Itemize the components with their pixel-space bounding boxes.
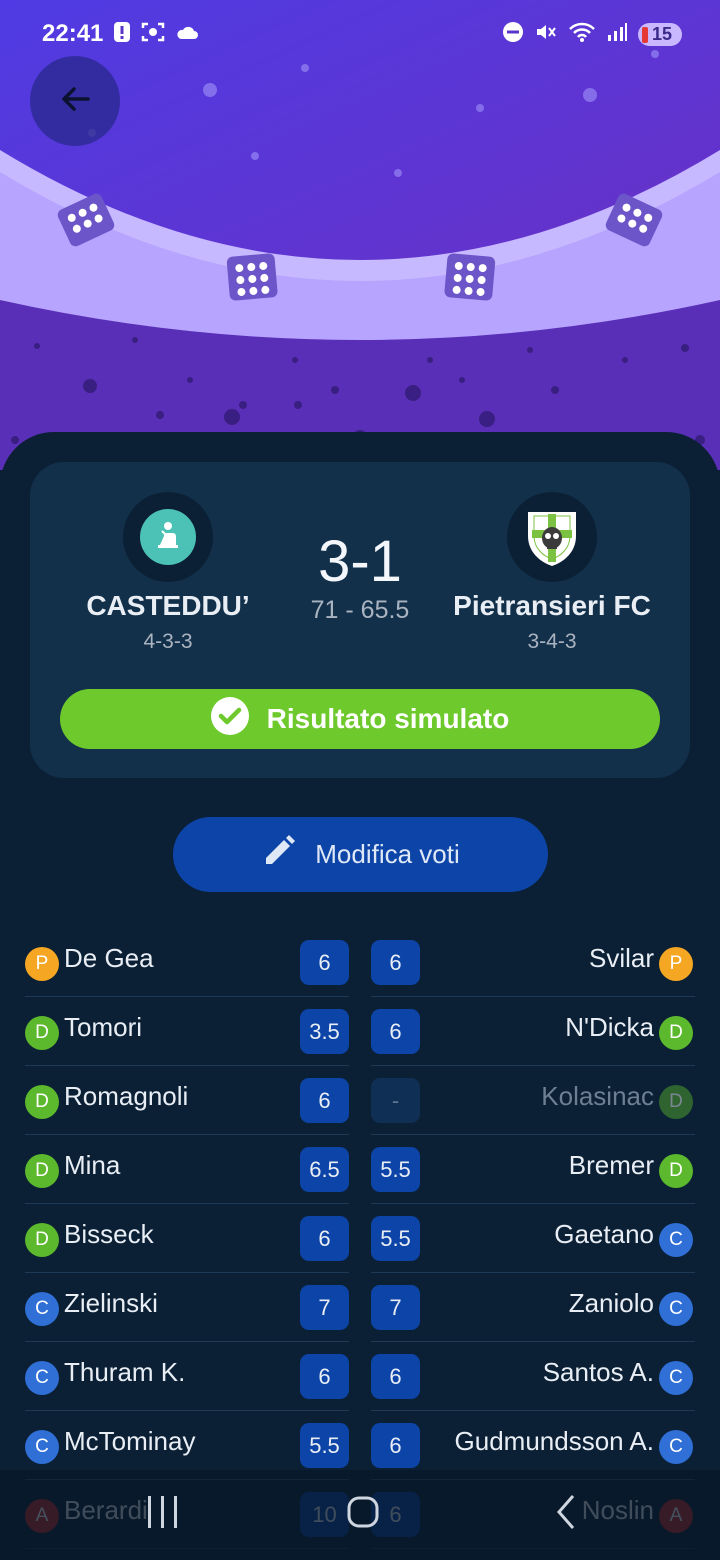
signal-icon xyxy=(606,21,628,47)
away-player-vote[interactable]: 6 xyxy=(371,1423,420,1468)
away-team[interactable]: Pietransieri FC 3-4-3 xyxy=(422,492,682,654)
away-player-role-badge: D xyxy=(659,1154,693,1188)
away-player-vote[interactable]: - xyxy=(371,1078,420,1123)
lineup-row: C Zielinski 7 7 Zaniolo C xyxy=(0,1273,720,1342)
away-player-role-badge: D xyxy=(659,1016,693,1050)
edit-votes-label: Modifica voti xyxy=(315,839,460,869)
away-player-name[interactable]: Zaniolo xyxy=(569,1288,654,1319)
away-team-name: Pietransieri FC xyxy=(453,590,651,621)
home-player-name[interactable]: Romagnoli xyxy=(64,1081,188,1112)
lineup-row: D Mina 6.5 5.5 Bremer D xyxy=(0,1135,720,1204)
away-player-role-badge: C xyxy=(659,1292,693,1326)
match-card: CASTEDDU’ 4-3-3 3-1 71 - 65.5 Pietransie… xyxy=(30,462,690,778)
lineup-row: D Romagnoli 6- Kolasinac D xyxy=(0,1066,720,1135)
home-player-name[interactable]: Zielinski xyxy=(64,1288,158,1319)
home-player-role-badge: D xyxy=(25,1154,59,1188)
home-player-name[interactable]: Mina xyxy=(64,1150,120,1181)
home-team[interactable]: CASTEDDU’ 4-3-3 xyxy=(38,492,298,654)
simulated-result-badge: Risultato simulato xyxy=(60,689,660,749)
cloud-icon xyxy=(175,23,199,45)
away-player-vote[interactable]: 6 xyxy=(371,940,420,985)
away-player-name[interactable]: Bremer xyxy=(569,1150,654,1181)
lineup-row: D Tomori 3.5 6 N'Dicka D xyxy=(0,997,720,1066)
system-nav-bar xyxy=(0,1470,720,1560)
home-player-name[interactable]: Bisseck xyxy=(64,1219,154,1250)
home-player-vote[interactable]: 6 xyxy=(300,1216,349,1261)
home-player-vote[interactable]: 6.5 xyxy=(300,1147,349,1192)
battery-indicator: 15 xyxy=(637,22,682,46)
home-player-role-badge: D xyxy=(25,1016,59,1050)
home-player-vote[interactable]: 3.5 xyxy=(300,1009,349,1054)
back-button[interactable] xyxy=(30,56,120,146)
back-nav-icon[interactable] xyxy=(553,1492,579,1537)
away-team-crest xyxy=(507,492,597,582)
lineup-row: D Bisseck 6 5.5 Gaetano C xyxy=(0,1204,720,1273)
home-player-name[interactable]: Tomori xyxy=(64,1012,142,1043)
home-player-vote[interactable]: 5.5 xyxy=(300,1423,349,1468)
away-player-vote[interactable]: 5.5 xyxy=(371,1216,420,1261)
status-bar: 22:41 15 xyxy=(0,0,720,68)
status-time: 22:41 xyxy=(42,20,104,47)
home-player-role-badge: C xyxy=(25,1361,59,1395)
recents-icon[interactable] xyxy=(145,1492,181,1537)
edit-votes-button[interactable]: Modifica voti xyxy=(173,817,548,892)
away-player-vote[interactable]: 6 xyxy=(371,1009,420,1054)
away-player-vote[interactable]: 7 xyxy=(371,1285,420,1330)
simulated-result-label: Risultato simulato xyxy=(266,703,510,734)
home-player-vote[interactable]: 6 xyxy=(300,940,349,985)
pencil-icon xyxy=(261,833,297,876)
home-team-name: CASTEDDU’ xyxy=(86,590,250,621)
away-player-role-badge: P xyxy=(659,947,693,981)
lineup-row: C Thuram K. 6 6 Santos A. C xyxy=(0,1342,720,1411)
away-player-name[interactable]: Santos A. xyxy=(543,1357,654,1388)
lineup-row: P De Gea 6 6 Svilar P xyxy=(0,928,720,997)
check-circle-icon xyxy=(210,696,249,742)
away-player-vote[interactable]: 6 xyxy=(371,1354,420,1399)
away-player-name[interactable]: N'Dicka xyxy=(565,1012,654,1043)
home-player-vote[interactable]: 6 xyxy=(300,1354,349,1399)
dnd-icon xyxy=(502,21,524,47)
away-player-name[interactable]: Gaetano xyxy=(554,1219,654,1250)
mute-icon xyxy=(534,21,558,47)
alert-icon xyxy=(113,21,131,47)
screenshot-icon xyxy=(141,21,165,47)
status-left: 22:41 xyxy=(42,20,199,48)
home-player-vote[interactable]: 7 xyxy=(300,1285,349,1330)
away-player-role-badge: C xyxy=(659,1223,693,1257)
home-player-role-badge: P xyxy=(25,947,59,981)
home-player-name[interactable]: De Gea xyxy=(64,943,154,974)
home-team-crest xyxy=(123,492,213,582)
arrow-left-icon xyxy=(57,81,93,122)
status-right: 15 xyxy=(502,21,682,47)
home-player-role-badge: D xyxy=(25,1223,59,1257)
wifi-icon xyxy=(568,21,596,47)
home-nav-icon[interactable] xyxy=(346,1492,380,1537)
home-player-vote[interactable]: 6 xyxy=(300,1078,349,1123)
away-player-vote[interactable]: 5.5 xyxy=(371,1147,420,1192)
away-player-name[interactable]: Svilar xyxy=(589,943,654,974)
home-player-role-badge: D xyxy=(25,1085,59,1119)
home-player-role-badge: C xyxy=(25,1292,59,1326)
home-player-name[interactable]: Thuram K. xyxy=(64,1357,185,1388)
home-player-name[interactable]: McTominay xyxy=(64,1426,195,1457)
away-player-role-badge: C xyxy=(659,1430,693,1464)
away-player-name[interactable]: Gudmundsson A. xyxy=(455,1426,654,1457)
away-player-role-badge: C xyxy=(659,1361,693,1395)
home-team-formation: 4-3-3 xyxy=(143,630,193,653)
lineup-list: P De Gea 6 6 Svilar P D Tomori 3.5 6 N'Dicka D D Roma… xyxy=(0,928,720,1549)
away-team-formation: 3-4-3 xyxy=(527,630,577,653)
away-player-name[interactable]: Kolasinac xyxy=(541,1081,654,1112)
away-player-role-badge: D xyxy=(659,1085,693,1119)
home-player-role-badge: C xyxy=(25,1430,59,1464)
